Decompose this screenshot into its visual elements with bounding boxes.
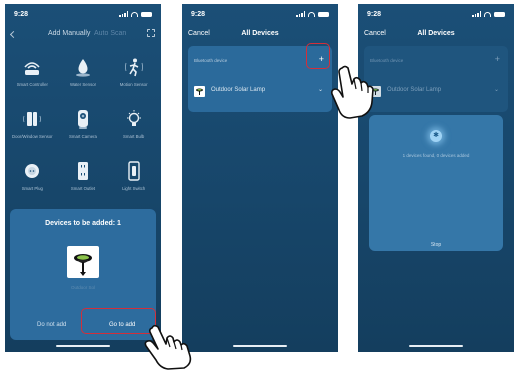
status-icons — [296, 11, 329, 17]
signal-icon — [119, 11, 128, 17]
wifi-icon — [131, 11, 138, 17]
device-smart-outlet[interactable]: Smart Outlet — [58, 160, 109, 202]
wifi-icon — [484, 11, 491, 17]
light-switch-icon — [123, 160, 145, 182]
phone-screen-add-manually: 9:28 Add Manually Auto Scan Smart Contro… — [5, 4, 161, 352]
nav-bar: Cancel All Devices — [358, 28, 514, 42]
device-door-window-sensor[interactable]: Door/Window Sensor — [7, 108, 58, 150]
scanning-modal: ✱ 1 devices found, 0 devices added Stop — [369, 115, 503, 251]
chevron-down-icon: ⌄ — [493, 87, 499, 93]
bluetooth-icon: ✱ — [430, 130, 442, 142]
home-indicator — [56, 344, 110, 347]
stop-button[interactable]: Stop — [369, 242, 503, 248]
bulb-icon — [123, 108, 145, 130]
status-icons — [119, 11, 152, 17]
home-indicator — [409, 344, 463, 347]
status-bar: 9:28 — [191, 11, 329, 21]
tap-hand-icon — [144, 324, 192, 370]
tab-add-manually[interactable]: Add Manually — [48, 30, 90, 37]
page-title: All Devices — [417, 30, 455, 37]
status-icons — [472, 11, 505, 17]
battery-icon — [141, 11, 152, 17]
tab-auto-scan[interactable]: Auto Scan — [94, 30, 126, 37]
device-thumbnail-label: Outdoor Sol — [70, 285, 95, 290]
device-name: Outdoor Solar Lamp — [387, 87, 442, 93]
camera-icon — [72, 108, 94, 130]
device-label: Light Switch — [122, 186, 146, 191]
device-label: Door/Window Sensor — [12, 134, 53, 139]
water-drop-icon — [72, 56, 94, 78]
device-label: Smart Camera — [69, 134, 97, 139]
chevron-down-icon[interactable]: ⌄ — [318, 86, 323, 93]
add-button-highlight — [306, 43, 330, 69]
bluetooth-device-card: Bluetooth device + Outdoor Solar Lamp ⌄ — [364, 46, 508, 112]
solar-lamp-thumbnail[interactable] — [67, 246, 99, 278]
back-icon[interactable] — [9, 30, 18, 39]
device-label: Smart Outlet — [70, 186, 96, 191]
device-name[interactable]: Outdoor Solar Lamp — [211, 87, 265, 93]
device-label: Smart Plug — [21, 186, 43, 191]
plug-icon — [21, 160, 43, 182]
nav-bar: Cancel All Devices — [182, 28, 338, 42]
device-label: Smart Bulb — [123, 134, 145, 139]
status-time: 9:28 — [367, 11, 382, 18]
device-smart-plug[interactable]: Smart Plug — [7, 160, 58, 202]
outlet-icon — [72, 160, 94, 182]
solar-lamp-icon — [194, 84, 205, 97]
battery-icon — [318, 11, 329, 17]
scan-icon[interactable] — [147, 29, 155, 37]
signal-icon — [296, 11, 305, 17]
status-bar: 9:28 — [367, 11, 505, 21]
status-time: 9:28 — [191, 11, 206, 18]
home-indicator — [233, 344, 287, 347]
motion-person-icon — [123, 56, 145, 78]
status-bar: 9:28 — [14, 11, 152, 21]
phone-screen-scanning: 9:28 Cancel All Devices Bluetooth device… — [358, 4, 514, 352]
battery-icon — [494, 11, 505, 17]
door-sensor-icon — [21, 108, 43, 130]
scan-status-text: 1 devices found, 0 devices added — [402, 153, 470, 158]
card-header: Bluetooth device — [194, 58, 228, 63]
device-label: Motion Sensor — [119, 82, 148, 87]
device-smart-bulb[interactable]: Smart Bulb — [108, 108, 159, 150]
card-header: Bluetooth device — [370, 58, 404, 63]
device-motion-sensor[interactable]: Motion Sensor — [108, 56, 159, 98]
page-title: All Devices — [241, 30, 279, 37]
status-time: 9:28 — [14, 11, 29, 18]
wifi-icon — [308, 11, 315, 17]
device-light-switch[interactable]: Light Switch — [108, 160, 159, 202]
do-not-add-button[interactable]: Do not add — [37, 322, 66, 328]
signal-icon — [472, 11, 481, 17]
device-smart-controller[interactable]: Smart Controller — [7, 56, 58, 98]
device-smart-camera[interactable]: Smart Camera — [58, 108, 109, 150]
router-icon — [21, 56, 43, 78]
sheet-title: Devices to be added: 1 — [45, 220, 121, 227]
device-category-grid: Smart Controller Water Sensor Motion Sen… — [7, 56, 159, 202]
add-device-button[interactable]: + — [495, 54, 500, 64]
device-water-sensor[interactable]: Water Sensor — [58, 56, 109, 98]
device-label: Smart Controller — [16, 82, 48, 87]
tap-hand-icon — [331, 65, 374, 119]
device-label: Water Sensor — [69, 82, 97, 87]
